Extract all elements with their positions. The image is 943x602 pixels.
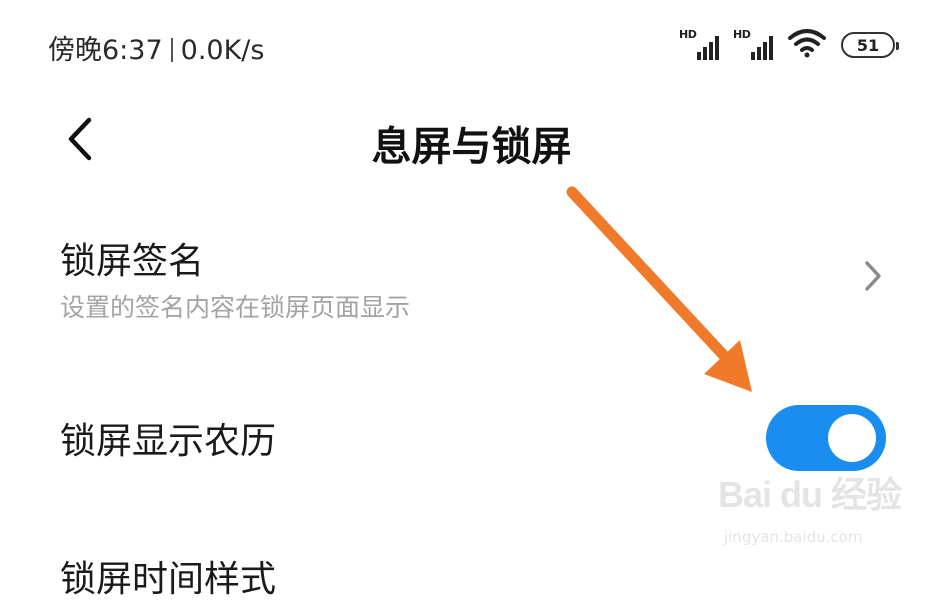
toggle-knob (828, 414, 876, 462)
status-bar: 傍晚6:37 0.0K/s HD HD 51 (0, 0, 943, 90)
watermark-logo: Bai du 经验 jingyan.baidu.com (718, 466, 908, 556)
watermark-brand: Bai du 经验 (718, 474, 902, 515)
lunar-calendar-toggle[interactable] (766, 405, 886, 471)
sim2-hd-label: HD (733, 28, 751, 41)
setting-row-lockscreen-signature[interactable]: 锁屏签名 设置的签名内容在锁屏页面显示 (0, 222, 943, 342)
setting-title: 锁屏签名 (60, 241, 205, 282)
setting-subtitle: 设置的签名内容在锁屏页面显示 (60, 293, 411, 322)
wifi-icon (787, 28, 827, 62)
chevron-right-icon (861, 258, 885, 294)
status-separator (170, 38, 173, 62)
battery-level: 51 (856, 35, 880, 55)
sim1-hd-label: HD (679, 28, 697, 41)
signal-sim2-icon: HD (733, 28, 773, 60)
status-left: 傍晚6:37 0.0K/s (48, 28, 264, 67)
setting-title: 锁屏显示农历 (60, 421, 277, 462)
status-icons: HD HD 51 (679, 28, 899, 62)
status-time: 傍晚6:37 (48, 35, 163, 66)
setting-title: 锁屏时间样式 (60, 559, 277, 600)
watermark-url: jingyan.baidu.com (724, 528, 863, 546)
signal-sim1-icon: HD (679, 28, 719, 60)
page-title: 息屏与锁屏 (371, 124, 572, 170)
title-bar: 息屏与锁屏 (0, 100, 943, 190)
status-net-speed: 0.0K/s (180, 35, 265, 66)
battery-icon: 51 (841, 32, 899, 58)
